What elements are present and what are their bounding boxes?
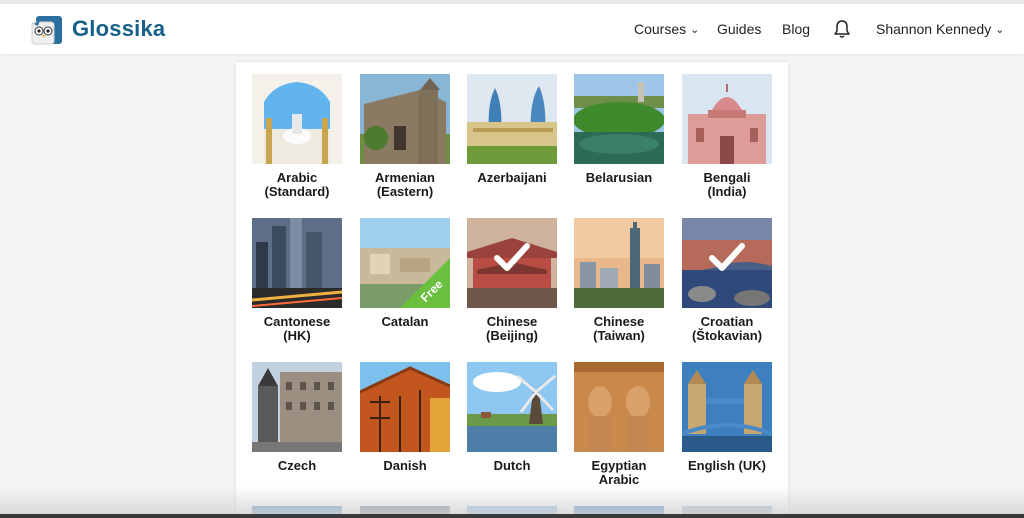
course-card-english-uk[interactable]: English (UK) [682, 362, 772, 473]
logo-link[interactable]: Glossika [30, 13, 165, 45]
course-label: Chinese (Beijing) [486, 314, 538, 343]
course-card-croatian[interactable]: Croatian (Štokavian) [682, 218, 772, 343]
course-card-czech[interactable]: Czech [252, 362, 342, 473]
course-card-armenian[interactable]: Armenian (Eastern) [360, 74, 450, 199]
course-card-belarusian[interactable]: Belarusian [574, 74, 664, 185]
top-navbar: Glossika Courses ⌄ Guides Blog Shannon Ke… [0, 4, 1024, 54]
brand-name: Glossika [72, 16, 166, 41]
course-card-egyptian-arabic[interactable]: Egyptian Arabic [574, 362, 664, 487]
course-thumbnail [252, 74, 342, 164]
courses-menu[interactable]: Courses ⌄ [634, 21, 699, 37]
course-card-dutch[interactable]: Dutch [467, 362, 557, 473]
course-grid-panel: Arabic (Standard) Armenian (Eastern) Aze… [236, 62, 788, 518]
course-card-danish[interactable]: Danish [360, 362, 450, 473]
course-label: Danish [383, 458, 427, 473]
course-thumbnail [467, 74, 557, 164]
blog-link[interactable]: Blog [782, 21, 810, 37]
course-thumbnail [574, 74, 664, 164]
course-label: Belarusian [585, 170, 653, 185]
course-label: Catalan [381, 314, 429, 329]
window-bottom-edge [0, 514, 1024, 518]
course-card-azerbaijani[interactable]: Azerbaijani [467, 74, 557, 185]
course-thumbnail [682, 362, 772, 452]
course-label: Croatian (Štokavian) [691, 314, 763, 343]
course-label: English (UK) [688, 458, 766, 473]
user-name: Shannon Kennedy [876, 21, 992, 37]
course-thumbnail [360, 362, 450, 452]
course-thumbnail [682, 74, 772, 164]
course-thumbnail [467, 218, 557, 308]
course-thumbnail [574, 362, 664, 452]
course-thumbnail [574, 218, 664, 308]
user-menu[interactable]: Shannon Kennedy ⌄ [876, 21, 1004, 37]
course-card-catalan[interactable]: Free Catalan [360, 218, 450, 329]
course-label: Bengali (India) [703, 170, 751, 199]
course-label: Chinese (Taiwan) [593, 314, 645, 343]
course-thumbnail: Free [360, 218, 450, 308]
course-label: Armenian (Eastern) [375, 170, 435, 199]
guides-link[interactable]: Guides [717, 21, 761, 37]
courses-label: Courses [634, 21, 687, 37]
course-thumbnail [252, 362, 342, 452]
course-card-bengali[interactable]: Bengali (India) [682, 74, 772, 199]
checkmark-icon [709, 243, 745, 271]
course-label: Czech [277, 458, 317, 473]
course-thumbnail [252, 218, 342, 308]
course-label: Azerbaijani [477, 170, 547, 185]
course-card-arabic[interactable]: Arabic (Standard) [252, 74, 342, 199]
bell-icon[interactable] [833, 19, 851, 39]
course-label: Cantonese (HK) [263, 314, 331, 343]
chevron-down-icon: ⌄ [995, 24, 1005, 36]
course-card-chinese-taiwan[interactable]: Chinese (Taiwan) [574, 218, 664, 343]
checkmark-icon [494, 243, 530, 271]
course-thumbnail [360, 74, 450, 164]
owl-logo-icon [31, 16, 62, 45]
course-thumbnail [682, 218, 772, 308]
course-label: Dutch [493, 458, 531, 473]
course-card-cantonese[interactable]: Cantonese (HK) [252, 218, 342, 343]
chevron-down-icon: ⌄ [690, 24, 700, 36]
course-card-chinese-beijing[interactable]: Chinese (Beijing) [467, 218, 557, 343]
course-label: Egyptian Arabic [591, 458, 647, 487]
course-label: Arabic (Standard) [264, 170, 330, 199]
course-thumbnail [467, 362, 557, 452]
